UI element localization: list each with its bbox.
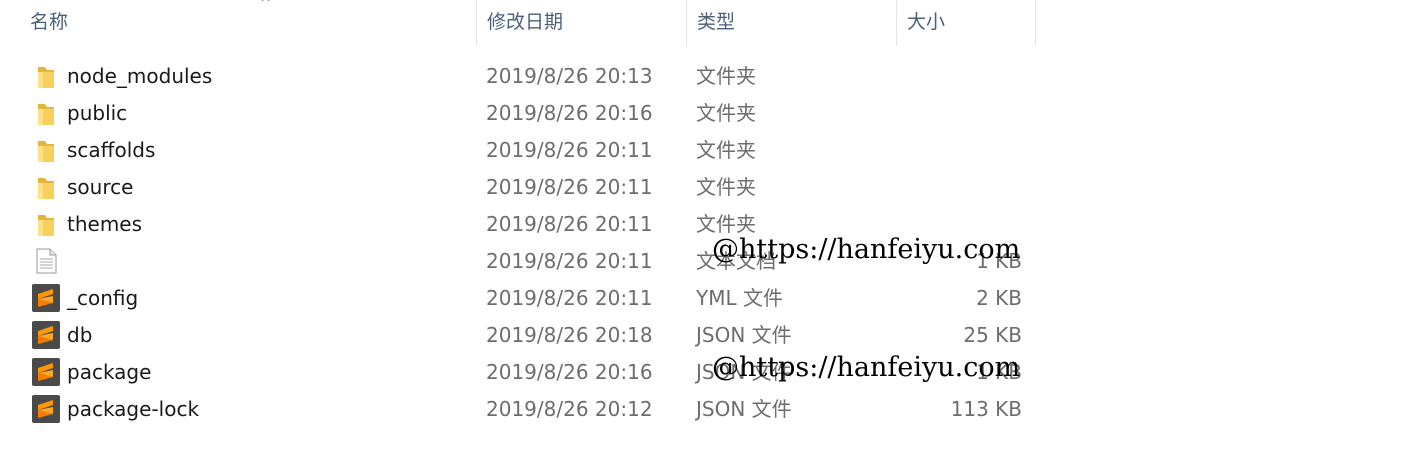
file-row[interactable]: package-lock 2019/8/26 20:12 JSON 文件 113… [0,391,1036,428]
file-date: 2019/8/26 20:11 [486,138,653,162]
file-date: 2019/8/26 20:11 [486,175,653,199]
file-size: 25 KB [963,323,1022,347]
file-date: 2019/8/26 20:11 [486,212,653,236]
file-name: package-lock [67,397,200,421]
file-date: 2019/8/26 20:12 [486,397,653,421]
file-row[interactable]: node_modules 2019/8/26 20:13 文件夹 [0,58,1036,95]
file-row[interactable]: public 2019/8/26 20:16 文件夹 [0,95,1036,132]
column-header-date-label: 修改日期 [487,11,564,33]
column-header-size[interactable]: 大小 [896,0,1036,46]
file-name: node_modules [67,64,213,88]
folder-icon [32,62,60,90]
sort-ascending-icon: ^ [260,0,271,11]
file-type: 文件夹 [696,175,756,199]
file-name: source [67,175,134,199]
file-name: package [67,360,152,384]
file-type: 文本文档 [696,249,776,273]
column-header-name[interactable]: 名称 ^ [20,0,476,46]
column-header: 名称 ^ 修改日期 类型 大小 [0,0,1036,46]
file-row[interactable]: themes 2019/8/26 20:11 文件夹 [0,206,1036,243]
file-type: 文件夹 [696,212,756,236]
column-header-type-label: 类型 [697,11,736,33]
folder-icon [32,210,60,238]
file-size: 1 KB [976,360,1022,384]
file-row[interactable]: _config 2019/8/26 20:11 YML 文件 2 KB [0,280,1036,317]
file-date: 2019/8/26 20:18 [486,323,653,347]
file-row[interactable]: db 2019/8/26 20:18 JSON 文件 25 KB [0,317,1036,354]
sublime-file-icon [32,395,60,423]
file-row[interactable]: source 2019/8/26 20:11 文件夹 [0,169,1036,206]
text-file-icon [32,247,60,275]
file-type: JSON 文件 [696,360,792,384]
file-size: 2 KB [976,286,1022,310]
file-explorer-list: 名称 ^ 修改日期 类型 大小 node_modules 2019/8/26 2… [0,0,1423,470]
sublime-file-icon [32,358,60,386]
column-header-date[interactable]: 修改日期 [476,0,686,46]
column-header-size-label: 大小 [907,11,946,33]
folder-icon [32,136,60,164]
file-date: 2019/8/26 20:16 [486,101,653,125]
file-type: 文件夹 [696,64,756,88]
sublime-file-icon [32,321,60,349]
file-name: db [67,323,93,347]
column-header-name-label: 名称 [30,11,69,33]
file-date: 2019/8/26 20:13 [486,64,653,88]
file-size: 113 KB [950,397,1022,421]
folder-icon [32,173,60,201]
file-size: 1 KB [976,249,1022,273]
column-header-type[interactable]: 类型 [686,0,896,46]
file-date: 2019/8/26 20:16 [486,360,653,384]
file-row[interactable]: 2019/8/26 20:11 文本文档 1 KB [0,243,1036,280]
sublime-file-icon [32,284,60,312]
file-date: 2019/8/26 20:11 [486,286,653,310]
file-row[interactable]: package 2019/8/26 20:16 JSON 文件 1 KB [0,354,1036,391]
file-date: 2019/8/26 20:11 [486,249,653,273]
file-name: themes [67,212,143,236]
file-row[interactable]: scaffolds 2019/8/26 20:11 文件夹 [0,132,1036,169]
file-name: public [67,101,128,125]
file-type: 文件夹 [696,101,756,125]
file-type: YML 文件 [696,286,783,310]
folder-icon [32,99,60,127]
file-type: JSON 文件 [696,397,792,421]
file-name: _config [67,286,139,310]
file-name: scaffolds [67,138,156,162]
file-list: node_modules 2019/8/26 20:13 文件夹 public … [0,58,1036,428]
file-type: 文件夹 [696,138,756,162]
file-type: JSON 文件 [696,323,792,347]
